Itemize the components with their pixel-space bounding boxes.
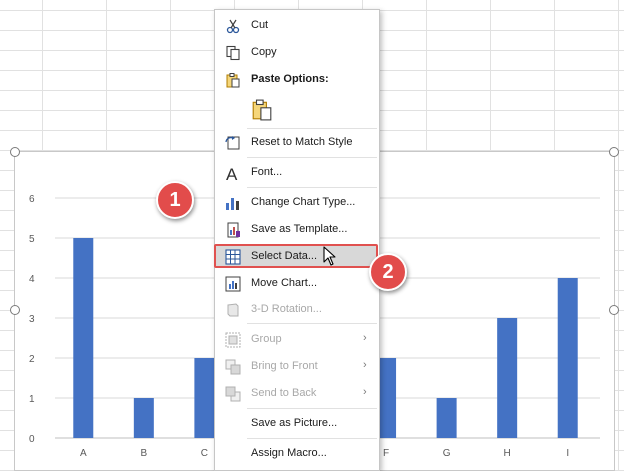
resize-handle-top-right[interactable] <box>609 147 619 157</box>
menu-item-label: Reset to Match Style <box>251 136 353 148</box>
paste-option-icon <box>252 99 272 121</box>
x-tick-label: H <box>504 448 511 459</box>
copy-icon <box>226 45 240 61</box>
menu-item-label: Bring to Front <box>251 360 318 372</box>
y-tick-label: 2 <box>29 354 35 365</box>
menu-item-label: Assign Macro... <box>251 447 327 459</box>
menu-separator <box>247 438 377 439</box>
scissors-icon <box>226 19 240 34</box>
submenu-arrow-icon: › <box>363 332 367 344</box>
menu-item-label: Change Chart Type... <box>251 196 356 208</box>
rotation-icon <box>227 303 239 317</box>
menu-separator <box>247 323 377 324</box>
y-tick-label: 3 <box>29 314 35 325</box>
bar-b[interactable] <box>133 398 154 438</box>
move-chart-icon <box>225 276 241 292</box>
y-tick-label: 1 <box>29 394 35 405</box>
x-tick-label: I <box>566 448 569 459</box>
menu-item-move-chart[interactable]: Move Chart... <box>215 271 379 297</box>
menu-item-label: Save as Picture... <box>251 417 338 429</box>
menu-item-3d-rotation: 3-D Rotation... <box>215 297 379 323</box>
x-tick-label: C <box>201 448 208 459</box>
menu-item-cut[interactable]: Cut <box>215 13 379 39</box>
step-badge-2: 2 <box>369 253 407 291</box>
menu-item-label: Move Chart... <box>251 277 318 289</box>
menu-item-label: Send to Back <box>251 387 317 399</box>
x-tick-label: F <box>383 448 389 459</box>
menu-item-label: Copy <box>251 46 277 58</box>
menu-item-font[interactable]: A Font... <box>215 160 379 186</box>
submenu-arrow-icon: › <box>363 359 367 371</box>
menu-section-label: Paste Options: <box>251 73 329 85</box>
menu-item-reset-to-match-style[interactable]: Reset to Match Style <box>215 130 379 156</box>
y-tick-label: 4 <box>29 274 35 285</box>
paste-option-keep-formatting[interactable] <box>215 98 379 124</box>
svg-text:A: A <box>226 165 238 181</box>
menu-item-label: Group <box>251 333 282 345</box>
menu-item-group: Group › <box>215 327 379 353</box>
mouse-pointer-icon <box>323 246 336 266</box>
menu-separator <box>247 157 377 158</box>
resize-handle-left[interactable] <box>10 305 20 315</box>
step-badge-1: 1 <box>156 181 194 219</box>
menu-separator <box>247 128 377 129</box>
y-tick-label: 5 <box>29 234 35 245</box>
submenu-arrow-icon: › <box>363 386 367 398</box>
y-tick-label: 6 <box>29 194 35 205</box>
menu-item-send-to-back: Send to Back › <box>215 381 379 407</box>
chart-type-icon <box>226 198 239 210</box>
x-tick-label: A <box>80 448 87 459</box>
select-data-icon <box>225 249 241 265</box>
menu-separator <box>247 408 377 409</box>
menu-item-label: Cut <box>251 19 269 31</box>
bar-i[interactable] <box>557 278 578 438</box>
font-icon: A <box>226 165 238 181</box>
menu-item-label: Save as Template... <box>251 223 348 235</box>
send-back-icon <box>225 386 241 402</box>
bar-c[interactable] <box>194 358 215 438</box>
menu-item-copy[interactable]: Copy <box>215 40 379 66</box>
menu-item-paste-options: Paste Options: <box>215 67 379 93</box>
menu-item-change-chart-type[interactable]: Change Chart Type... <box>215 190 379 216</box>
menu-item-select-data[interactable]: Select Data... <box>214 244 378 268</box>
bring-front-icon <box>225 359 241 375</box>
resize-handle-top-left[interactable] <box>10 147 20 157</box>
menu-item-assign-macro[interactable]: Assign Macro... <box>215 441 379 467</box>
y-tick-label: 0 <box>29 434 35 445</box>
menu-item-save-as-template[interactable]: Save as Template... <box>215 217 379 243</box>
bar-g[interactable] <box>436 398 457 438</box>
menu-item-bring-to-front: Bring to Front › <box>215 354 379 380</box>
x-tick-label: G <box>443 448 451 459</box>
menu-item-label: Select Data... <box>251 250 318 262</box>
context-menu: Cut Copy Paste Options: Reset to Match S… <box>214 9 380 471</box>
resize-handle-right[interactable] <box>609 305 619 315</box>
reset-style-icon <box>225 136 240 150</box>
menu-item-label: 3-D Rotation... <box>251 303 322 315</box>
x-tick-label: B <box>140 448 147 459</box>
menu-separator <box>247 187 377 188</box>
template-icon <box>227 222 240 238</box>
menu-item-save-as-picture[interactable]: Save as Picture... <box>215 411 379 437</box>
group-icon <box>225 332 241 348</box>
bar-h[interactable] <box>497 318 518 438</box>
paste-icon <box>226 73 240 88</box>
bar-a[interactable] <box>73 238 94 438</box>
menu-item-label: Font... <box>251 166 283 178</box>
